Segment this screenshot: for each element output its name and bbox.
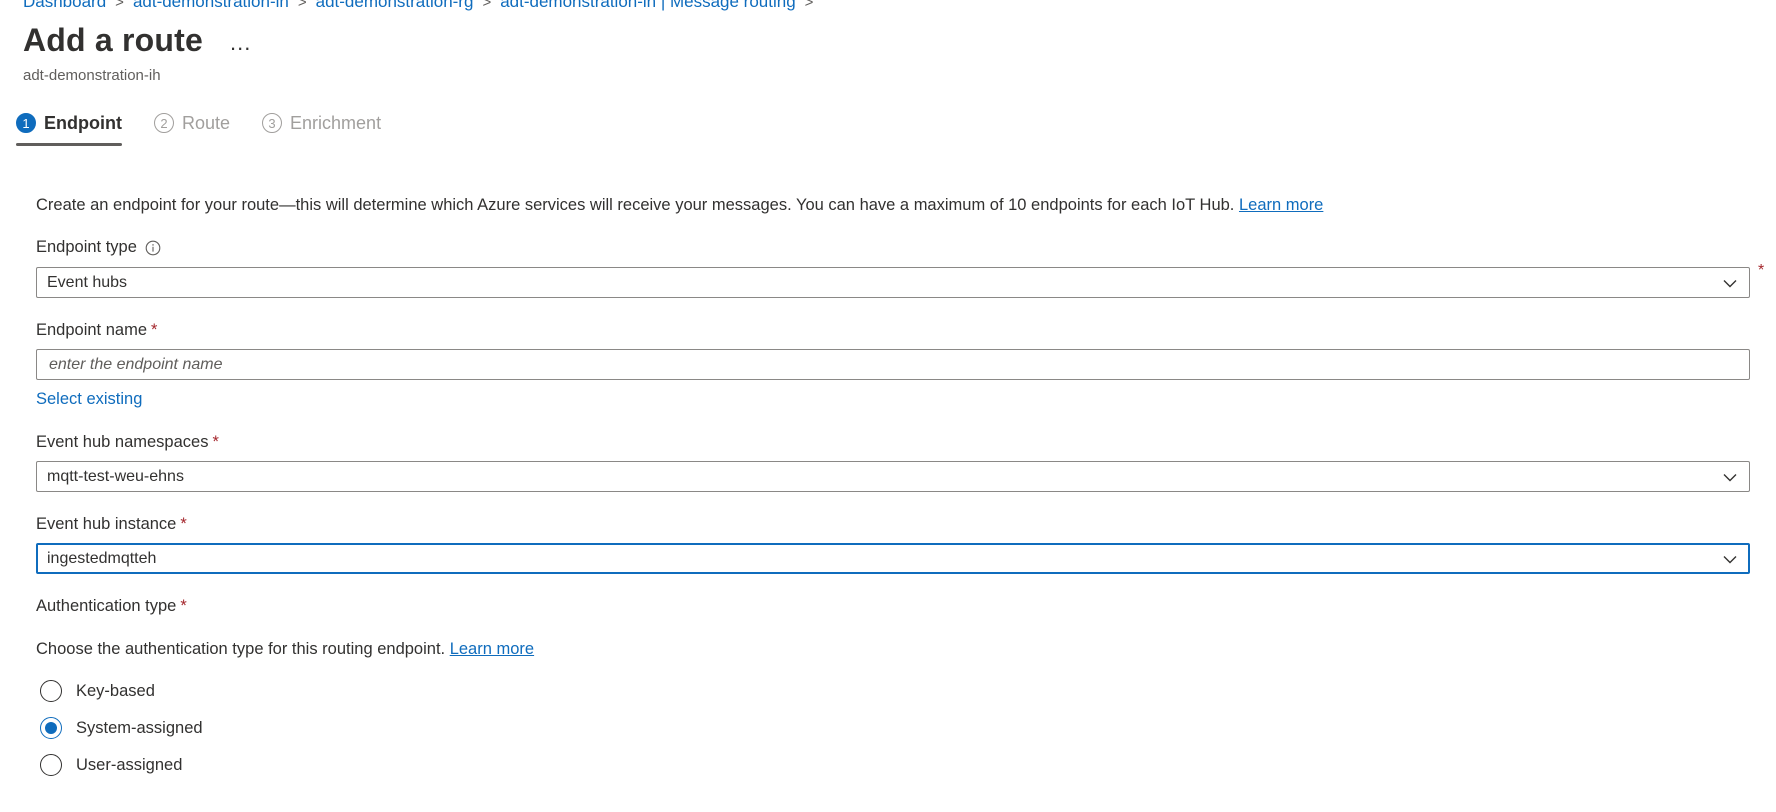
endpoint-name-field[interactable] bbox=[36, 349, 1750, 380]
endpoint-name-label: Endpoint name * bbox=[36, 321, 157, 340]
info-icon[interactable] bbox=[145, 240, 161, 256]
breadcrumb: Dashboard > adt-demonstration-ih > adt-d… bbox=[23, 0, 822, 12]
page-subtitle: adt-demonstration-ih bbox=[23, 67, 161, 84]
radio-button[interactable] bbox=[40, 717, 62, 739]
wizard-steps: 1 Endpoint 2 Route 3 Enrichment bbox=[16, 109, 413, 147]
select-existing-link[interactable]: Select existing bbox=[36, 390, 142, 409]
step-label: Route bbox=[181, 112, 231, 133]
chevron-down-icon bbox=[1723, 279, 1737, 287]
chevron-right-icon: > bbox=[115, 0, 124, 11]
required-asterisk: * bbox=[180, 515, 187, 533]
learn-more-link[interactable]: Learn more bbox=[1239, 196, 1323, 214]
tab-endpoint[interactable]: 1 Endpoint bbox=[16, 109, 122, 146]
step-label: Enrichment bbox=[290, 112, 382, 133]
required-asterisk: * bbox=[212, 433, 219, 451]
radio-key-based[interactable]: Key-based bbox=[40, 680, 155, 702]
auth-type-label-text: Authentication type bbox=[36, 597, 177, 615]
breadcrumb-resource-group[interactable]: adt-demonstration-rg bbox=[316, 0, 474, 12]
endpoint-name-input[interactable] bbox=[47, 354, 1739, 375]
chevron-right-icon: > bbox=[804, 0, 814, 11]
step-number: 2 bbox=[153, 113, 174, 133]
radio-dot bbox=[45, 722, 57, 734]
chevron-right-icon: > bbox=[482, 0, 492, 11]
radio-label: System-assigned bbox=[76, 718, 203, 737]
auth-type-label: Authentication type * bbox=[36, 597, 187, 616]
breadcrumb-message-routing[interactable]: adt-demonstration-ih | Message routing bbox=[500, 0, 795, 12]
required-asterisk: * bbox=[151, 321, 158, 339]
intro-description: Create an endpoint for your route—this w… bbox=[36, 196, 1235, 214]
auth-learn-more-link[interactable]: Learn more bbox=[450, 640, 534, 658]
namespaces-label-text: Event hub namespaces bbox=[36, 433, 209, 451]
auth-description-text: Choose the authentication type for this … bbox=[36, 640, 446, 658]
instance-label: Event hub instance * bbox=[36, 515, 187, 534]
endpoint-type-value: Event hubs bbox=[47, 273, 128, 291]
endpoint-type-label-text: Endpoint type bbox=[36, 238, 137, 256]
chevron-right-icon: > bbox=[297, 0, 307, 11]
radio-system-assigned[interactable]: System-assigned bbox=[40, 717, 203, 739]
required-asterisk: * bbox=[180, 597, 187, 615]
page-title: Add a route bbox=[23, 22, 203, 58]
radio-label: Key-based bbox=[76, 681, 155, 700]
tab-route[interactable]: 2 Route bbox=[153, 109, 231, 137]
namespaces-dropdown[interactable]: mqtt-test-weu-ehns bbox=[36, 461, 1750, 492]
namespaces-value: mqtt-test-weu-ehns bbox=[47, 467, 184, 485]
chevron-down-icon bbox=[1723, 555, 1737, 563]
step-number: 1 bbox=[16, 113, 36, 133]
radio-label: User-assigned bbox=[76, 755, 183, 774]
radio-user-assigned[interactable]: User-assigned bbox=[40, 754, 182, 776]
instance-dropdown[interactable]: ingestedmqtteh bbox=[36, 543, 1750, 574]
breadcrumb-iothub[interactable]: adt-demonstration-ih bbox=[133, 0, 289, 12]
instance-label-text: Event hub instance bbox=[36, 515, 177, 533]
namespaces-label: Event hub namespaces * bbox=[36, 433, 219, 452]
step-label: Endpoint bbox=[44, 112, 122, 133]
intro-text: Create an endpoint for your route—this w… bbox=[36, 196, 1323, 215]
radio-button[interactable] bbox=[40, 754, 62, 776]
tab-enrichment[interactable]: 3 Enrichment bbox=[262, 109, 381, 137]
endpoint-type-dropdown[interactable]: Event hubs bbox=[36, 267, 1750, 298]
endpoint-type-label: Endpoint type bbox=[36, 238, 161, 257]
auth-description: Choose the authentication type for this … bbox=[36, 640, 534, 659]
required-asterisk: * bbox=[1758, 262, 1765, 279]
breadcrumb-dashboard[interactable]: Dashboard bbox=[23, 0, 106, 12]
endpoint-name-label-text: Endpoint name bbox=[36, 321, 147, 339]
step-number: 3 bbox=[262, 113, 283, 133]
radio-button[interactable] bbox=[40, 680, 62, 702]
more-options-button[interactable]: ... bbox=[230, 30, 251, 56]
chevron-down-icon bbox=[1723, 473, 1737, 481]
instance-value: ingestedmqtteh bbox=[47, 549, 157, 567]
